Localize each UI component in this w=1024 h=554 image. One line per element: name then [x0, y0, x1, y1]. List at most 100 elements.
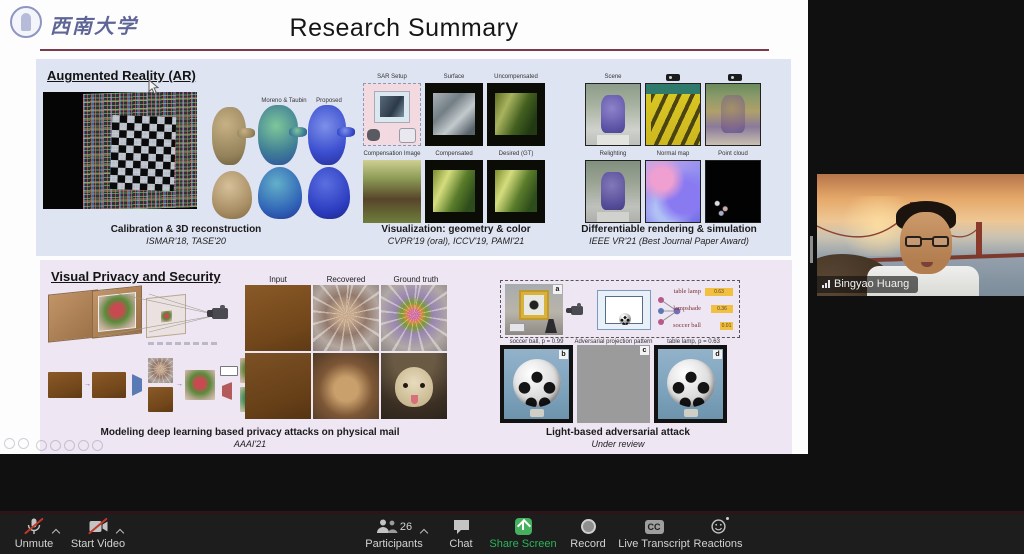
render-label-point-cloud: Point cloud: [705, 151, 761, 158]
bear-statue-photo: [212, 107, 246, 165]
statue-col-label-proposed: Proposed: [304, 98, 354, 105]
ghost-annotation-dot: [64, 440, 75, 451]
panel-letter-d: d: [713, 350, 722, 359]
scrollbar-fragment[interactable]: [810, 236, 813, 263]
glasses-bridge: [921, 238, 933, 240]
chat-button[interactable]: Chat: [440, 518, 482, 550]
live-transcript-button[interactable]: CC Live Transcript: [612, 518, 696, 550]
viz-label-uncompensated: Uncompensated: [487, 74, 545, 81]
uncompensated-image: [487, 83, 545, 146]
compensated-projection-shape: [433, 170, 475, 212]
ghost-annotation-dot: [36, 440, 47, 451]
sar-setup-diagram: [363, 83, 421, 146]
dog-tongue: [411, 395, 418, 404]
glasses-lens: [905, 236, 922, 247]
pipeline-loss-box: [220, 366, 238, 376]
record-label: Record: [570, 538, 605, 550]
share-screen-button[interactable]: Share Screen: [488, 518, 558, 550]
grid-header-recovered: Recovered: [313, 275, 379, 284]
recovered-image-2: [313, 353, 379, 419]
input-image-1: [245, 285, 311, 351]
class-score-bar: 0.36: [711, 305, 733, 313]
camera-view-image: [705, 83, 761, 146]
desired-gt-image: [487, 160, 545, 223]
participant-name-tag: Bingyao Huang: [817, 276, 918, 293]
reactions-button[interactable]: Reactions: [690, 518, 746, 550]
pipeline-capture-2: [92, 372, 126, 398]
reactions-label: Reactions: [694, 538, 743, 550]
video-options-chevron[interactable]: [116, 528, 124, 536]
start-video-label: Start Video: [71, 538, 125, 550]
caption-venue: IEEE VR'21 (Best Journal Paper Award): [556, 236, 782, 247]
bear-statue-moreno: [258, 105, 298, 165]
viz-label-compensation-image: Compensation Image: [358, 151, 426, 158]
class-score-bar: 0.01: [720, 322, 733, 330]
compensation-image: [363, 160, 421, 223]
dslr-camera-shape: [212, 308, 228, 319]
reactions-smiley-icon: [711, 519, 726, 534]
shared-screen-slide: 西南大学 Research Summary Augmented Reality …: [0, 0, 808, 454]
grid-header-input: Input: [245, 275, 311, 284]
scene-image: [585, 83, 641, 146]
panel-letter-a: a: [553, 285, 562, 294]
compensated-image: [425, 160, 483, 223]
arrow-icon: →: [84, 381, 91, 388]
record-button[interactable]: Record: [566, 518, 610, 550]
attack-setup-photo: a: [505, 284, 563, 335]
head-statue-photo: [212, 171, 252, 219]
grid-header-ground-truth: Ground truth: [381, 275, 451, 284]
soccer-ball-photo-d: d: [654, 345, 727, 423]
pipeline-dark-thumb: [148, 387, 173, 412]
relit-drape-shape: [601, 172, 625, 210]
compensation-landscape-shape: [363, 160, 421, 223]
ghost-annotation-dot: [18, 438, 29, 449]
caption-title: Modeling deep learning based privacy att…: [70, 427, 430, 439]
caption-venue: AAAI'21: [70, 439, 430, 450]
ground-truth-image-1: [381, 285, 447, 351]
ball-stand-shape: [530, 409, 544, 417]
ar-caption-rendering: Differentiable rendering & simulation IE…: [556, 224, 782, 247]
cloth-surface-shape: [433, 93, 475, 135]
participants-button[interactable]: 26 Participants: [363, 518, 425, 550]
purple-drape-shape: [601, 95, 625, 133]
caption-venue: CVPR'19 (oral), ICCV'19, PAMI'21: [346, 236, 566, 247]
privacy-caption-modeling: Modeling deep learning based privacy att…: [70, 427, 430, 450]
share-screen-icon: [515, 518, 532, 535]
caption-venue: Under review: [470, 439, 766, 450]
soccer-ball-shape: [667, 359, 715, 407]
ghost-annotation-dot: [92, 440, 103, 451]
closed-captions-icon: CC: [645, 520, 664, 534]
record-icon: [581, 519, 596, 534]
soccer-ball-shape: [513, 359, 561, 407]
checkerboard-pattern: [110, 115, 177, 191]
camera-icon: [728, 74, 742, 81]
projector-icon: [666, 74, 680, 81]
slide-title: Research Summary: [0, 14, 808, 43]
participants-count: 26: [400, 521, 412, 533]
class-score-bar: 0.63: [705, 288, 733, 296]
caption-title: Calibration & 3D reconstruction: [76, 224, 296, 236]
pipeline-capture-1: [48, 372, 82, 398]
audio-options-chevron[interactable]: [52, 528, 60, 536]
unmute-button[interactable]: Unmute: [10, 518, 58, 550]
head-statue-moreno: [258, 167, 302, 219]
ground-truth-image-2: [381, 353, 447, 419]
projector-view-image: [645, 83, 701, 146]
desired-projection-shape: [495, 170, 537, 212]
classifier-row-soccer-ball: soccer ball 0.01: [631, 322, 737, 332]
participant-video-tile: Bingyao Huang: [817, 174, 1024, 296]
dog-eye: [403, 383, 408, 388]
ar-caption-calibration: Calibration & 3D reconstruction ISMAR'18…: [76, 224, 296, 247]
soccer-ball-glyph: [619, 313, 631, 325]
adversarial-setup-box: a table lamp 0.63: [500, 280, 740, 338]
viz-label-desired-gt: Desired (GT): [487, 151, 545, 158]
road-shape: [651, 94, 700, 145]
privacy-section-heading: Visual Privacy and Security: [51, 269, 221, 284]
participants-chevron[interactable]: [420, 528, 428, 536]
render-label-normal-map: Normal map: [645, 151, 701, 158]
ar-section-heading: Augmented Reality (AR): [47, 68, 196, 83]
panel-letter-c: c: [640, 346, 649, 355]
dog-eye: [420, 383, 425, 388]
point-cloud-bits: [714, 198, 730, 216]
sar-camera-shape: [367, 129, 379, 141]
